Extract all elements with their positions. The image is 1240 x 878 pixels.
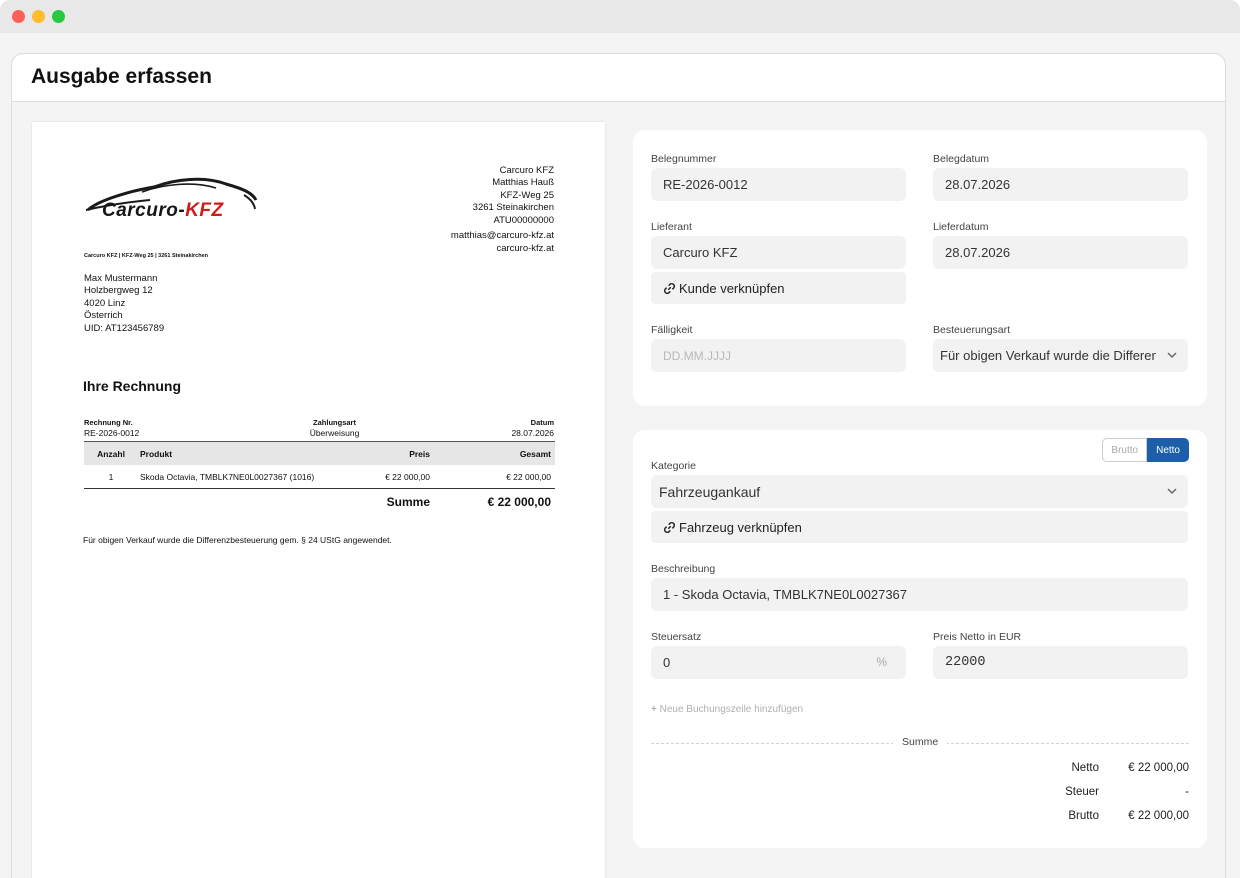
lieferdatum-input[interactable]: 28.07.2026: [933, 236, 1188, 269]
beschreibung-label: Beschreibung: [651, 563, 716, 575]
brutto-total-label: Brutto: [1068, 810, 1099, 822]
recipient-address: Max Mustermann Holzbergweg 12 4020 Linz …: [84, 273, 165, 334]
sender-return-line: Carcuro KFZ | KFZ-Weg 25 | 3261 Steinaki…: [84, 253, 209, 259]
invoice-preview: Carcuro-KFZ Carcuro KFZ Matthias Hauß KF…: [32, 122, 605, 878]
logo-text: Carcuro-KFZ: [102, 200, 224, 221]
invoice-title: Ihre Rechnung: [83, 378, 182, 394]
percent-suffix: %: [876, 655, 887, 669]
expense-card: Ausgabe erfassen Carcuro-KFZ Carcuro KFZ…: [11, 53, 1226, 878]
beschreibung-input[interactable]: 1 - Skoda Octavia, TMBLK7NE0L0027367: [651, 578, 1188, 611]
invoice-number: Rechnung Nr. RE-2026-0012: [84, 418, 140, 438]
steuersatz-input[interactable]: 0 %: [651, 646, 906, 679]
card-header: Ausgabe erfassen: [12, 54, 1225, 102]
steuer-total-value: -: [1185, 786, 1189, 798]
add-booking-line-link[interactable]: + Neue Buchungszeile hinzufügen: [651, 704, 803, 715]
steuersatz-value: 0: [663, 655, 671, 670]
lieferant-input[interactable]: Carcuro KFZ: [651, 236, 906, 269]
minimize-window-button[interactable]: [32, 10, 45, 23]
besteuerungsart-value: Für obigen Verkauf wurde die Differenzbe…: [940, 348, 1156, 363]
sender-contact: matthias@carcuro-kfz.at carcuro-kfz.at: [450, 230, 554, 254]
invoice-sum: Summe € 22 000,00: [386, 495, 551, 509]
page-title: Ausgabe erfassen: [31, 65, 212, 88]
preis-netto-label: Preis Netto in EUR: [933, 631, 1022, 643]
preis-netto-input[interactable]: 22000: [933, 646, 1188, 679]
invoice-date: Datum 28.07.2026: [511, 418, 554, 438]
link-icon: [663, 282, 676, 294]
table-row: 1 Skoda Octavia, TMBLK7NE0L0027367 (1016…: [84, 465, 555, 489]
lieferant-label: Lieferant: [651, 221, 692, 233]
fahrzeug-verknuepfen-label: Fahrzeug verknüpfen: [679, 519, 802, 535]
belegdatum-label: Belegdatum: [933, 153, 990, 165]
steuersatz-label: Steuersatz: [651, 631, 702, 643]
close-window-button[interactable]: [12, 10, 25, 23]
belegdatum-input[interactable]: 28.07.2026: [933, 168, 1188, 201]
kategorie-value: Fahrzeugankauf: [659, 483, 761, 500]
faelligkeit-label: Fälligkeit: [651, 324, 693, 336]
steuer-total-label: Steuer: [1065, 786, 1099, 798]
fahrzeug-verknuepfen-button[interactable]: Fahrzeug verknüpfen: [651, 511, 1188, 543]
table-header: Anzahl Produkt Preis Gesamt: [84, 441, 555, 465]
sender-address: Carcuro KFZ Matthias Hauß KFZ-Weg 25 326…: [472, 165, 554, 226]
brutto-total-value: € 22 000,00: [1128, 810, 1189, 822]
besteuerungsart-select[interactable]: Für obigen Verkauf wurde die Differenzbe…: [933, 339, 1188, 372]
booking-line-panel: Brutto Netto Kategorie Fahrzeugankauf Fa…: [633, 430, 1207, 848]
chevron-down-icon: [1167, 488, 1177, 495]
company-logo: Carcuro-KFZ: [84, 162, 259, 232]
document-details-panel: Belegnummer RE-2026-0012 Belegdatum 28.0…: [633, 130, 1207, 406]
belegnummer-label: Belegnummer: [651, 153, 717, 165]
besteuerungsart-label: Besteuerungsart: [933, 324, 1011, 336]
kategorie-label: Kategorie: [651, 460, 696, 472]
chevron-down-icon: [1167, 352, 1177, 359]
faelligkeit-input[interactable]: DD.MM.JJJJ: [651, 339, 906, 372]
invoice-payment-method: Zahlungsart Überweisung: [309, 418, 360, 438]
kunde-verknuepfen-button[interactable]: Kunde verknüpfen: [651, 272, 906, 304]
brutto-netto-toggle: Brutto Netto: [1102, 438, 1189, 462]
netto-toggle[interactable]: Netto: [1147, 438, 1189, 462]
kategorie-select[interactable]: Fahrzeugankauf: [651, 475, 1188, 508]
kunde-verknuepfen-label: Kunde verknüpfen: [679, 280, 785, 296]
window-titlebar: [0, 0, 1240, 33]
brutto-toggle[interactable]: Brutto: [1102, 438, 1148, 462]
summary-label: Summe: [893, 736, 948, 748]
lieferdatum-label: Lieferdatum: [933, 221, 989, 233]
belegnummer-input[interactable]: RE-2026-0012: [651, 168, 906, 201]
netto-total-value: € 22 000,00: [1128, 762, 1189, 774]
netto-total-label: Netto: [1071, 762, 1100, 774]
invoice-note: Für obigen Verkauf wurde die Differenzbe…: [83, 535, 392, 545]
plus-icon: +: [651, 704, 657, 715]
add-booking-line-label: Neue Buchungszeile hinzufügen: [659, 704, 804, 715]
link-icon: [663, 521, 676, 533]
maximize-window-button[interactable]: [52, 10, 65, 23]
invoice-table: Anzahl Produkt Preis Gesamt 1 Skoda Octa…: [84, 441, 555, 489]
